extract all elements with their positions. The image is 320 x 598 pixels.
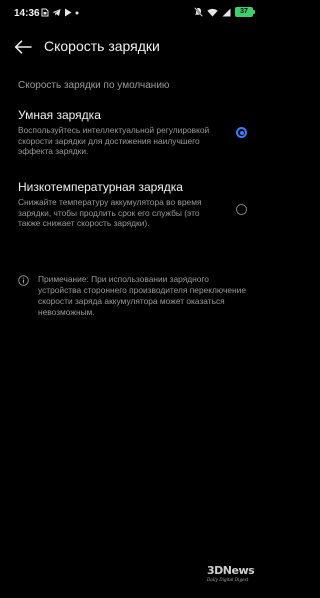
status-right-icons: 37 [194, 7, 255, 17]
play-store-icon [65, 8, 72, 17]
wifi-icon [207, 8, 218, 16]
mute-icon [194, 7, 203, 17]
watermark-tagline: Daily Digital Digest [206, 577, 249, 582]
radio-button-unselected[interactable] [236, 204, 247, 215]
dot-icon [75, 11, 79, 14]
info-icon [18, 275, 29, 286]
section-title: Скорость зарядки по умолчанию [18, 80, 170, 91]
dual-sim-icon [41, 8, 49, 17]
watermark-logo: 3DNews Daily Digital Digest [206, 564, 256, 582]
status-left-icons [41, 8, 79, 17]
back-arrow-icon [14, 40, 32, 54]
signal-icon [222, 8, 231, 16]
back-button[interactable] [12, 36, 34, 58]
telegram-icon [52, 9, 61, 16]
option-low-temperature-charging[interactable]: Низкотемпературная зарядка Снижайте темп… [0, 180, 265, 246]
note: Примечание: При использовании зарядного … [0, 274, 265, 324]
page-title: Скорость зарядки [44, 38, 160, 54]
option-description: Снижайте температуру аккумулятора во вре… [18, 197, 202, 229]
option-title: Умная зарядка [18, 108, 101, 122]
battery-indicator: 37 [235, 7, 255, 17]
status-bar: 14:36 37 [0, 0, 265, 28]
watermark-brand: 3DNews [207, 564, 255, 577]
radio-button-selected[interactable] [236, 127, 247, 138]
option-title: Низкотемпературная зарядка [18, 180, 183, 194]
status-time: 14:36 [14, 8, 40, 19]
note-text: Примечание: При использовании зарядного … [38, 274, 247, 317]
option-smart-charging[interactable]: Умная зарядка Воспользуйтесь интеллектуа… [0, 108, 265, 162]
option-description: Воспользуйтесь интеллектуальной регулиро… [18, 125, 210, 157]
app-header: Скорость зарядки [0, 30, 265, 64]
